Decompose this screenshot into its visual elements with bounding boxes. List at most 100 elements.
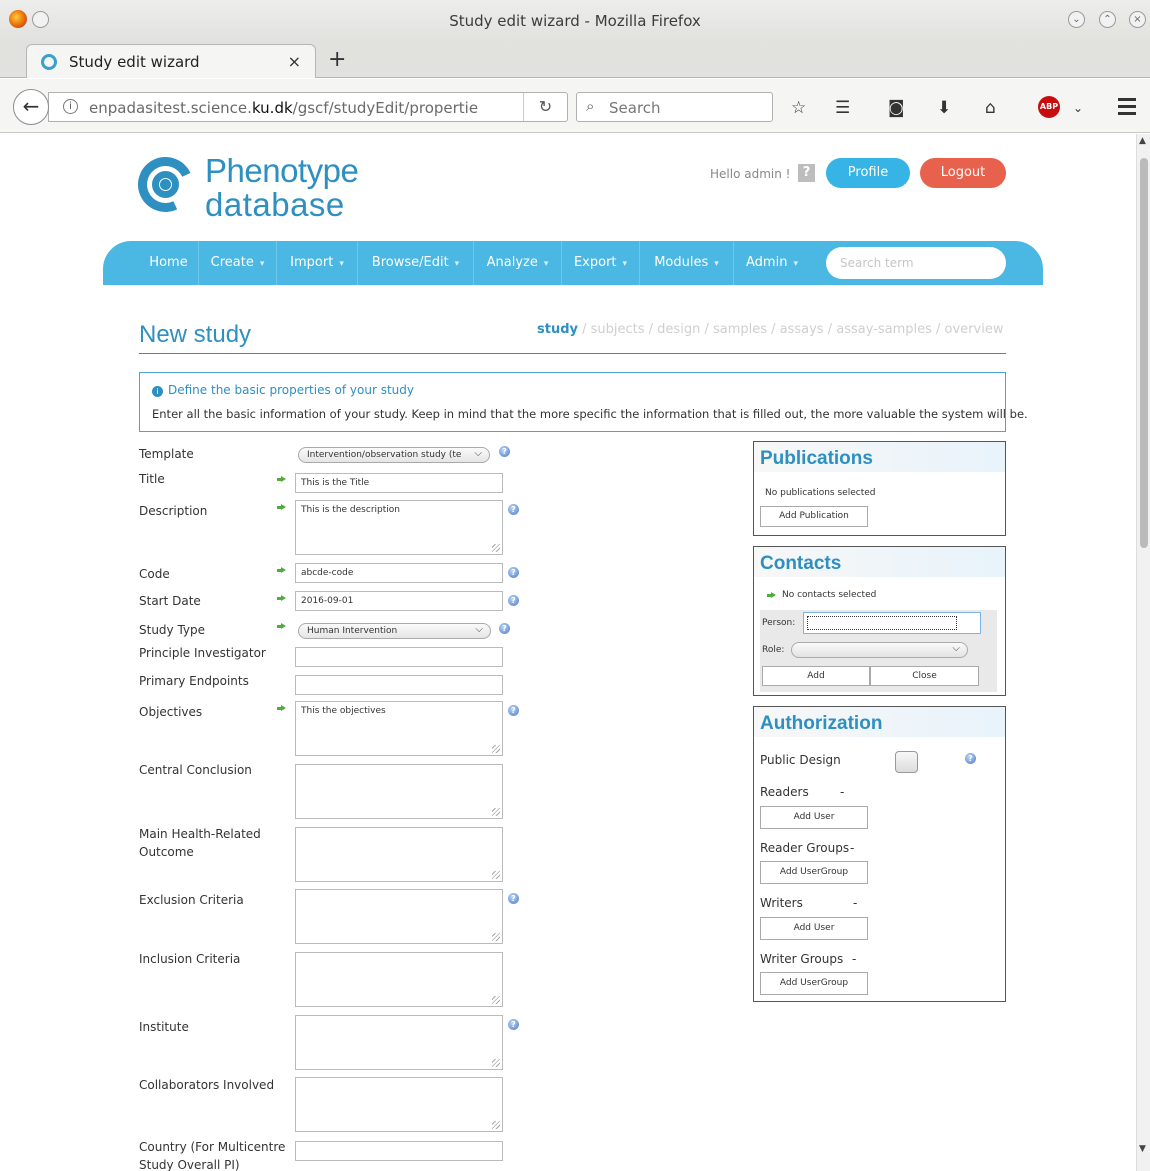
readers-value: - (840, 785, 845, 799)
collaborators-textarea[interactable] (295, 1077, 503, 1132)
site-search-input[interactable]: Search term (826, 247, 1006, 279)
home-icon[interactable]: ⌂ (985, 98, 996, 118)
chevron-down-icon: ⌵ (474, 448, 482, 459)
hamburger-menu-icon[interactable] (1118, 98, 1136, 119)
info-box: i Define the basic properties of your stu… (139, 372, 1028, 432)
role-select[interactable]: ⌵ (791, 642, 968, 658)
page-scrollbar[interactable]: ▲ ▼ (1136, 134, 1150, 1171)
adblock-plus-icon[interactable]: ABP (1038, 96, 1060, 118)
code-help-icon[interactable]: ? (508, 567, 519, 578)
inclusion-criteria-textarea[interactable] (295, 952, 503, 1007)
template-help-icon[interactable]: ? (499, 446, 510, 457)
public-design-label: Public Design (760, 753, 841, 767)
objectives-textarea[interactable]: This the objectives (295, 701, 503, 756)
chevron-down-icon: ⌵ (952, 643, 960, 654)
central-conclusion-textarea[interactable] (295, 764, 503, 819)
country-input[interactable] (295, 1141, 503, 1161)
resize-grip-icon[interactable] (492, 1121, 500, 1129)
phenotype-logo-icon[interactable] (130, 149, 201, 220)
scroll-up-icon[interactable]: ▲ (1139, 136, 1146, 146)
pocket-icon[interactable]: ◙ (888, 98, 905, 118)
tab-study-edit-wizard[interactable]: Study edit wizard × (26, 44, 316, 78)
start-date-help-icon[interactable]: ? (508, 595, 519, 606)
authorization-panel: Authorization Public Design ? Readers - … (753, 706, 1006, 1002)
minimize-icon[interactable]: ⌄ (1068, 11, 1085, 28)
description-help-icon[interactable]: ? (508, 504, 519, 515)
description-textarea[interactable]: This is the description (295, 500, 503, 555)
nav-modules[interactable]: Modules ▾ (640, 241, 734, 285)
nav-export[interactable]: Export ▾ (562, 241, 640, 285)
new-tab-button[interactable]: + (328, 47, 346, 72)
exclusion-criteria-textarea[interactable] (295, 889, 503, 944)
required-arrow-icon (277, 567, 286, 574)
nav-admin[interactable]: Admin ▾ (734, 241, 810, 285)
role-label: Role: (762, 645, 785, 655)
bookmark-star-icon[interactable]: ☆ (791, 98, 806, 118)
profile-button[interactable]: Profile (826, 158, 910, 188)
nav-create[interactable]: Create ▾ (199, 241, 277, 285)
scrollbar-thumb[interactable] (1140, 158, 1148, 548)
browser-search-input[interactable]: ⌕ Search (576, 92, 773, 122)
health-outcome-textarea[interactable] (295, 827, 503, 882)
url-text[interactable]: enpadasitest.science.ku.dk/gscf/studyEdi… (89, 99, 497, 117)
primary-endpoints-label: Primary Endpoints (139, 674, 249, 688)
back-button[interactable]: ← (13, 89, 49, 125)
title-input[interactable]: This is the Title (295, 473, 503, 493)
public-design-checkbox[interactable] (895, 751, 918, 773)
add-contact-button[interactable]: Add (762, 666, 870, 686)
nav-analyze[interactable]: Analyze ▾ (474, 241, 562, 285)
maximize-icon[interactable]: ⌃ (1099, 11, 1116, 28)
logout-button[interactable]: Logout (920, 158, 1006, 188)
start-date-input[interactable]: 2016-09-01 (295, 591, 503, 611)
add-publication-button[interactable]: Add Publication (760, 506, 868, 527)
site-info-icon[interactable]: i (63, 99, 78, 114)
tab-close-icon[interactable]: × (288, 52, 301, 71)
study-type-help-icon[interactable]: ? (499, 623, 510, 634)
resize-grip-icon[interactable] (492, 808, 500, 816)
caret-down-icon: ▾ (259, 259, 265, 269)
chevron-down-icon[interactable]: ⌄ (1073, 101, 1083, 115)
institute-label: Institute (139, 1020, 189, 1034)
info-heading: i Define the basic properties of your stu… (152, 383, 414, 397)
reload-icon[interactable]: ↻ (523, 93, 567, 121)
scroll-down-icon[interactable]: ▼ (1139, 1144, 1146, 1154)
add-writer-button[interactable]: Add User (760, 917, 868, 940)
step-study[interactable]: study (537, 322, 578, 337)
resize-grip-icon[interactable] (492, 544, 500, 552)
template-select[interactable]: Intervention/observation study (te ⌵ (298, 447, 490, 463)
close-contact-button[interactable]: Close (870, 666, 979, 686)
download-icon[interactable]: ⬇ (937, 98, 951, 118)
url-bar[interactable]: i enpadasitest.science.ku.dk/gscf/studyE… (48, 92, 568, 122)
primary-endpoints-input[interactable] (295, 675, 503, 695)
objectives-help-icon[interactable]: ? (508, 705, 519, 716)
help-icon[interactable]: ? (798, 164, 815, 182)
contacts-arrow-icon (767, 592, 776, 599)
nav-home[interactable]: Home (139, 241, 199, 285)
close-window-icon[interactable]: × (1129, 11, 1146, 28)
person-input[interactable] (803, 612, 981, 634)
steps-remaining[interactable]: / subjects / design / samples / assays /… (578, 322, 1003, 337)
resize-grip-icon[interactable] (492, 933, 500, 941)
resize-grip-icon[interactable] (492, 996, 500, 1004)
reader-list-icon[interactable]: ☰ (835, 98, 850, 118)
institute-help-icon[interactable]: ? (508, 1019, 519, 1030)
nav-import[interactable]: Import ▾ (277, 241, 358, 285)
add-reader-group-button[interactable]: Add UserGroup (760, 861, 868, 884)
exclusion-help-icon[interactable]: ? (508, 893, 519, 904)
public-design-help-icon[interactable]: ? (965, 753, 976, 764)
add-reader-button[interactable]: Add User (760, 806, 868, 829)
pi-input[interactable] (295, 647, 503, 667)
contacts-empty-text: No contacts selected (782, 590, 877, 600)
nav-home-label: Home (149, 255, 188, 270)
institute-textarea[interactable] (295, 1015, 503, 1070)
study-type-select[interactable]: Human Intervention ⌵ (298, 623, 491, 639)
wizard-steps[interactable]: study / subjects / design / samples / as… (537, 322, 1003, 337)
resize-grip-icon[interactable] (492, 871, 500, 879)
nav-browse-edit[interactable]: Browse/Edit ▾ (358, 241, 474, 285)
writer-groups-value: - (852, 952, 857, 966)
code-input[interactable]: abcde-code (295, 563, 503, 583)
resize-grip-icon[interactable] (492, 745, 500, 753)
resize-grip-icon[interactable] (492, 1059, 500, 1067)
add-writer-group-button[interactable]: Add UserGroup (760, 972, 868, 995)
site-favicon-icon (41, 54, 57, 70)
